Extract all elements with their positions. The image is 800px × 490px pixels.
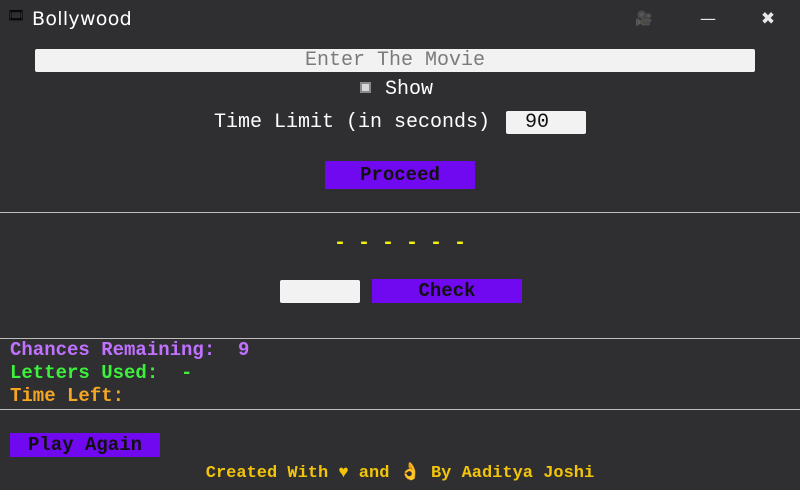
footer-credit: Created With ♥ and 👌 By Aaditya Joshi — [205, 464, 595, 483]
time-left-label: Time Left: — [10, 385, 125, 407]
minimize-button[interactable]: — — [691, 6, 725, 32]
divider — [0, 409, 800, 410]
proceed-button[interactable]: Proceed — [325, 161, 475, 189]
letters-label: Letters Used: — [10, 362, 159, 384]
show-label: Show — [385, 78, 434, 101]
title-bar: 🎞 Bollywood 🎥 — ✖ — [0, 0, 800, 38]
chances-value: 9 — [238, 339, 250, 361]
film-reel-icon: 🎞 — [7, 9, 25, 25]
letters-value: - — [181, 362, 193, 384]
chances-label: Chances Remaining: — [10, 339, 216, 361]
time-left: Time Left: — [10, 385, 135, 407]
time-limit-input[interactable] — [506, 111, 586, 134]
video-camera-icon[interactable]: 🎥 — [627, 6, 661, 32]
chances-remaining: Chances Remaining: 9 — [10, 339, 249, 361]
movie-input[interactable] — [35, 49, 755, 72]
window-title: Bollywood — [32, 8, 133, 30]
check-button[interactable]: Check — [372, 279, 522, 303]
time-limit-label: Time Limit (in seconds) — [214, 111, 491, 134]
show-checkbox[interactable] — [360, 82, 371, 93]
movie-blanks: - - - - - - — [333, 232, 467, 255]
letters-used: Letters Used: - — [10, 362, 192, 384]
play-again-button[interactable]: Play Again — [10, 433, 160, 457]
close-button[interactable]: ✖ — [751, 6, 785, 32]
letter-guess-input[interactable] — [280, 280, 360, 303]
divider — [0, 212, 800, 213]
